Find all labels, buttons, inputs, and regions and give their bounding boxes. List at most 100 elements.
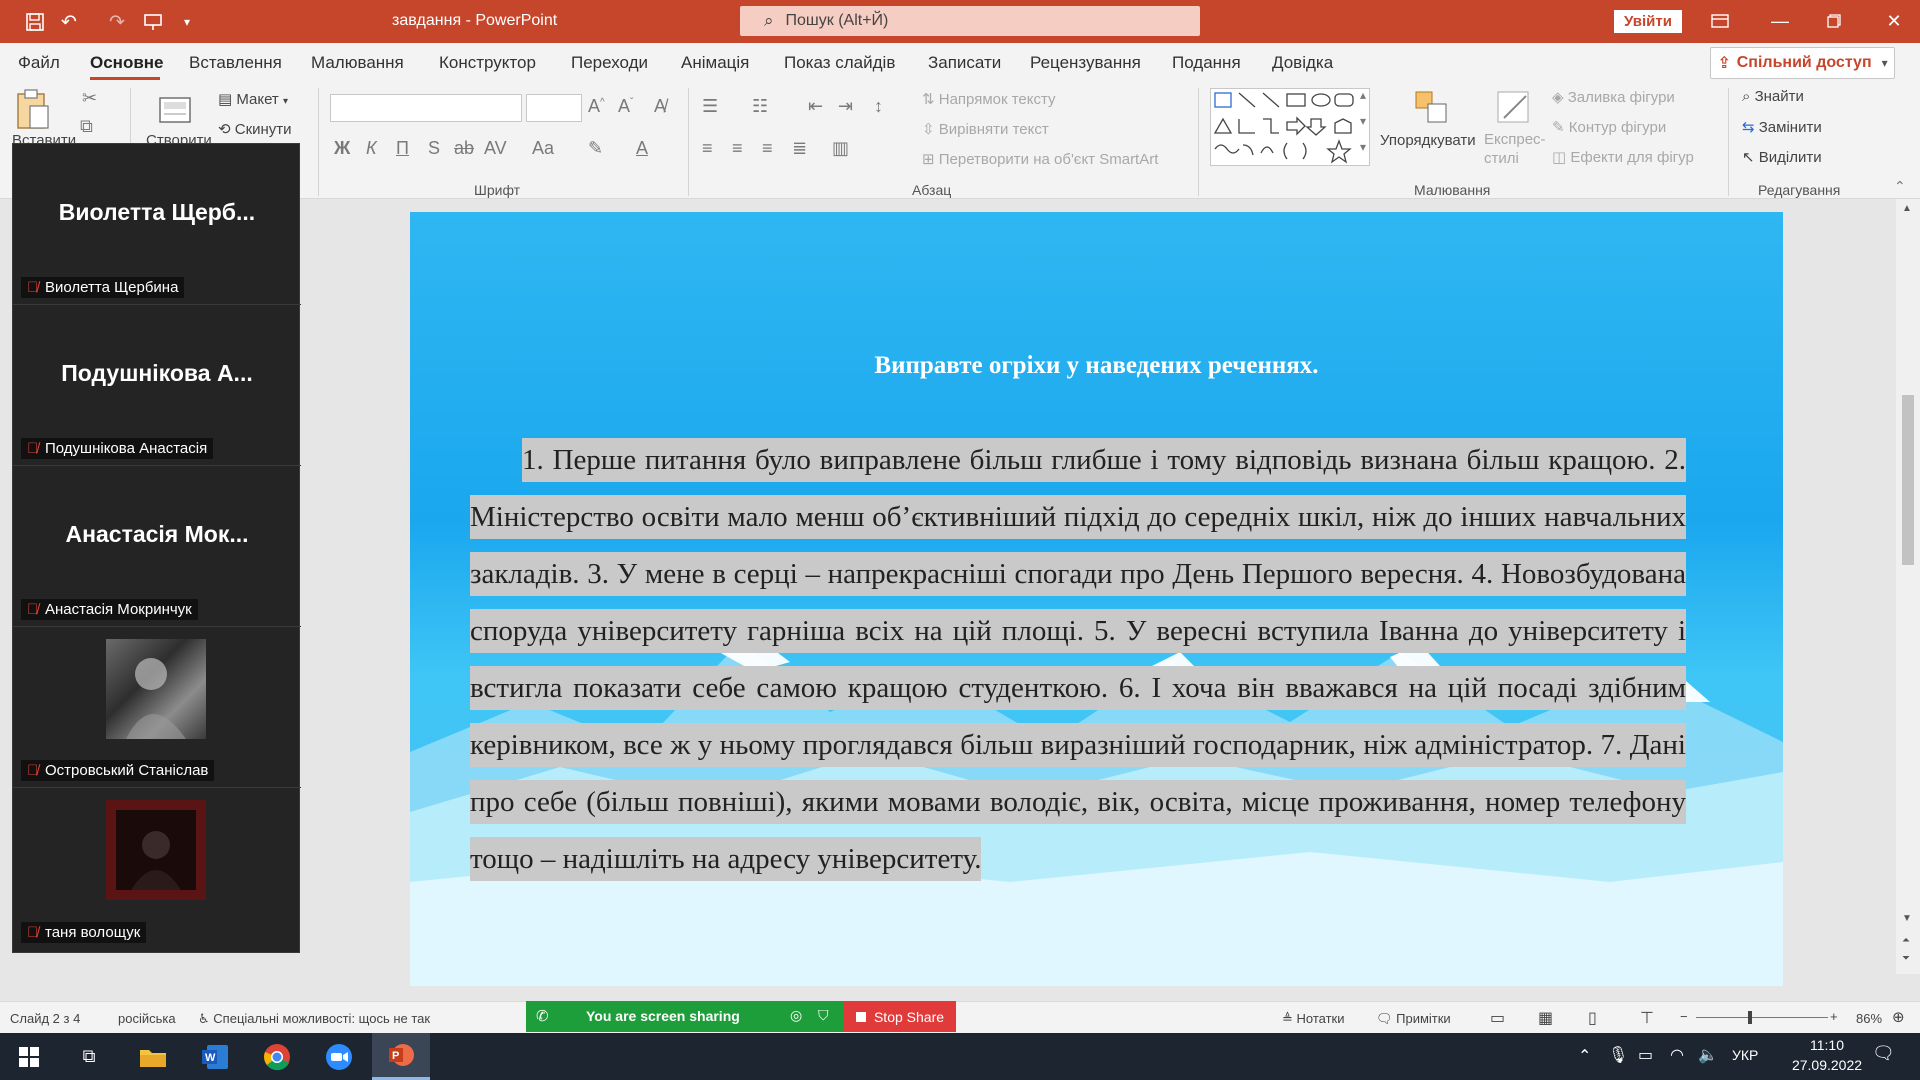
tab-transitions[interactable]: Переходи (571, 53, 648, 73)
text-direction-button[interactable]: ⇅ Напрямок тексту (922, 90, 1056, 108)
highlight-icon[interactable]: ✎ (588, 138, 603, 159)
align-left-icon[interactable]: ≡ (702, 138, 713, 159)
numbering-icon[interactable]: ☷ (752, 96, 768, 117)
undo-icon[interactable]: ↶ (56, 9, 82, 35)
language-indicator[interactable]: російська (118, 1011, 176, 1026)
start-icon[interactable] (0, 1033, 58, 1080)
file-explorer-icon[interactable] (124, 1033, 182, 1080)
shape-effects-button[interactable]: ◫ Ефекти для фігур (1552, 148, 1694, 166)
selected-text[interactable]: 1. Перше питання було виправлене більш г… (470, 444, 1686, 875)
tab-home[interactable]: Основне (90, 53, 164, 73)
underline-icon[interactable]: П (396, 138, 409, 159)
tab-view[interactable]: Подання (1172, 53, 1241, 73)
participant-tile[interactable]: Подушнікова А... 🎙̸ Подушнікова Анастасія (13, 305, 301, 466)
clear-formatting-icon[interactable]: A̸ (654, 96, 666, 117)
tab-slideshow[interactable]: Показ слайдів (784, 53, 895, 73)
tab-review[interactable]: Рецензування (1030, 53, 1141, 73)
close-icon[interactable]: ✕ (1874, 8, 1914, 34)
find-button[interactable]: ⌕ Знайти (1742, 88, 1804, 105)
powerpoint-icon[interactable]: P (372, 1033, 430, 1080)
select-button[interactable]: ↖ Виділити (1742, 148, 1822, 166)
next-slide-icon[interactable]: ⏷ (1902, 953, 1910, 964)
align-text-button[interactable]: ⇳ Вирівняти текст (922, 120, 1049, 138)
italic-icon[interactable]: К (366, 138, 377, 159)
zoom-out-icon[interactable]: − (1680, 1009, 1688, 1024)
shapes-gallery[interactable] (1210, 88, 1370, 166)
present-from-start-icon[interactable] (140, 9, 166, 35)
shape-outline-button[interactable]: ✎ Контур фігури (1552, 118, 1666, 136)
slide-title[interactable]: Виправте огріхи у наведених реченнях. (410, 352, 1783, 380)
stop-share-button[interactable]: Stop Share (844, 1001, 956, 1032)
reset-button[interactable]: ⟲ Скинути (218, 120, 292, 138)
participant-tile[interactable]: Виолетта Щерб... 🎙̸ Виолетта Щербина (13, 144, 301, 305)
decrease-indent-icon[interactable]: ⇤ (808, 96, 823, 117)
justify-icon[interactable]: ≣ (792, 138, 807, 159)
decrease-font-icon[interactable]: Aˇ (618, 96, 633, 117)
bold-icon[interactable]: Ж (334, 138, 350, 159)
tab-insert[interactable]: Вставлення (189, 53, 282, 73)
sign-in-button[interactable]: Увійти (1614, 10, 1682, 33)
wifi-icon[interactable]: ◠ (1670, 1045, 1684, 1065)
comments-button[interactable]: 🗨 Примітки (1376, 1011, 1451, 1027)
zoom-slider-thumb[interactable] (1748, 1011, 1752, 1024)
shape-fill-button[interactable]: ◈ Заливка фігури (1552, 88, 1675, 106)
zoom-slider[interactable] (1696, 1017, 1828, 1018)
minimize-icon[interactable]: — (1760, 8, 1800, 34)
gallery-scroll-icon[interactable]: ▴ ▾ ▾ (1360, 82, 1366, 160)
zoom-participants-panel[interactable]: Виолетта Щерб... 🎙̸ Виолетта Щербина Поду… (12, 143, 301, 953)
scroll-down-icon[interactable]: ▼ (1902, 913, 1912, 924)
scroll-up-icon[interactable]: ▲ (1902, 203, 1912, 214)
tab-record[interactable]: Записати (928, 53, 1001, 73)
search-box[interactable]: ⌕ Пошук (Alt+Й) (740, 6, 1200, 36)
arrange-label[interactable]: Упорядкувати (1380, 132, 1476, 149)
shadow-icon[interactable]: S (428, 138, 440, 159)
copy-icon[interactable]: ⧉ (80, 116, 93, 137)
character-spacing-icon[interactable]: AV (484, 138, 507, 159)
maximize-icon[interactable] (1814, 8, 1854, 34)
collapse-ribbon-icon[interactable]: ⌃ (1894, 178, 1906, 195)
notes-button[interactable]: ≜ Нотатки (1282, 1011, 1345, 1027)
smartart-button[interactable]: ⊞ Перетворити на об'єкт SmartArt (922, 150, 1158, 168)
scrollbar-thumb[interactable] (1902, 395, 1914, 565)
slideshow-view-icon[interactable]: ⊤ (1640, 1008, 1654, 1028)
ribbon-display-options-icon[interactable] (1700, 8, 1740, 34)
vertical-scrollbar[interactable]: ▲ ▼ ⏶ ⏷ (1896, 199, 1920, 974)
word-icon[interactable]: W (186, 1033, 244, 1080)
tab-file[interactable]: Файл (18, 53, 60, 73)
notifications-icon[interactable]: 🗨 (1872, 1043, 1895, 1064)
redo-icon[interactable]: ↷ (104, 9, 130, 35)
tab-animations[interactable]: Анімація (681, 53, 749, 73)
cut-icon[interactable]: ✂ (82, 88, 97, 109)
participant-tile[interactable]: Анастасія Мок... 🎙̸ Анастасія Мокринчук (13, 466, 301, 627)
volume-icon[interactable]: 🔈 (1698, 1045, 1718, 1065)
task-view-icon[interactable]: ⧉ (60, 1033, 118, 1080)
zoom-in-icon[interactable]: + (1830, 1009, 1838, 1024)
zoom-app-icon[interactable] (310, 1033, 368, 1080)
keyboard-language[interactable]: УКР (1732, 1047, 1758, 1063)
font-family-select[interactable] (330, 94, 522, 122)
clock[interactable]: 11:10 27.09.2022 (1782, 1037, 1872, 1073)
reading-view-icon[interactable]: ▯ (1588, 1008, 1597, 1028)
save-icon[interactable] (22, 9, 48, 35)
strikethrough-icon[interactable]: ab (454, 138, 474, 159)
chrome-icon[interactable] (248, 1033, 306, 1080)
participant-tile[interactable]: 🎙̸ таня волощук (13, 788, 301, 949)
quick-styles-icon[interactable] (1496, 90, 1532, 126)
replace-button[interactable]: ⇆ Замінити (1742, 118, 1822, 136)
increase-font-icon[interactable]: A^ (588, 96, 605, 117)
layout-button[interactable]: ▤ Макет ▾ (218, 90, 288, 108)
previous-slide-icon[interactable]: ⏶ (1902, 935, 1910, 946)
zoom-level[interactable]: 86% (1856, 1011, 1882, 1026)
tab-design[interactable]: Конструктор (439, 53, 536, 73)
accessibility-status[interactable]: ♿ Спеціальні можливості: щось не так (198, 1011, 430, 1027)
arrange-icon[interactable] (1414, 90, 1450, 126)
bullets-icon[interactable]: ☰ (702, 96, 718, 117)
change-case-icon[interactable]: Aa (532, 138, 554, 159)
fit-to-window-icon[interactable]: ⊕ (1892, 1008, 1905, 1026)
tab-draw[interactable]: Малювання (311, 53, 404, 73)
normal-view-icon[interactable]: ▭ (1490, 1008, 1505, 1028)
new-slide-icon[interactable] (158, 92, 194, 126)
slide-sorter-icon[interactable]: ▦ (1538, 1008, 1553, 1028)
increase-indent-icon[interactable]: ⇥ (838, 96, 853, 117)
quick-styles-label[interactable]: Експрес-стилі (1484, 130, 1546, 168)
